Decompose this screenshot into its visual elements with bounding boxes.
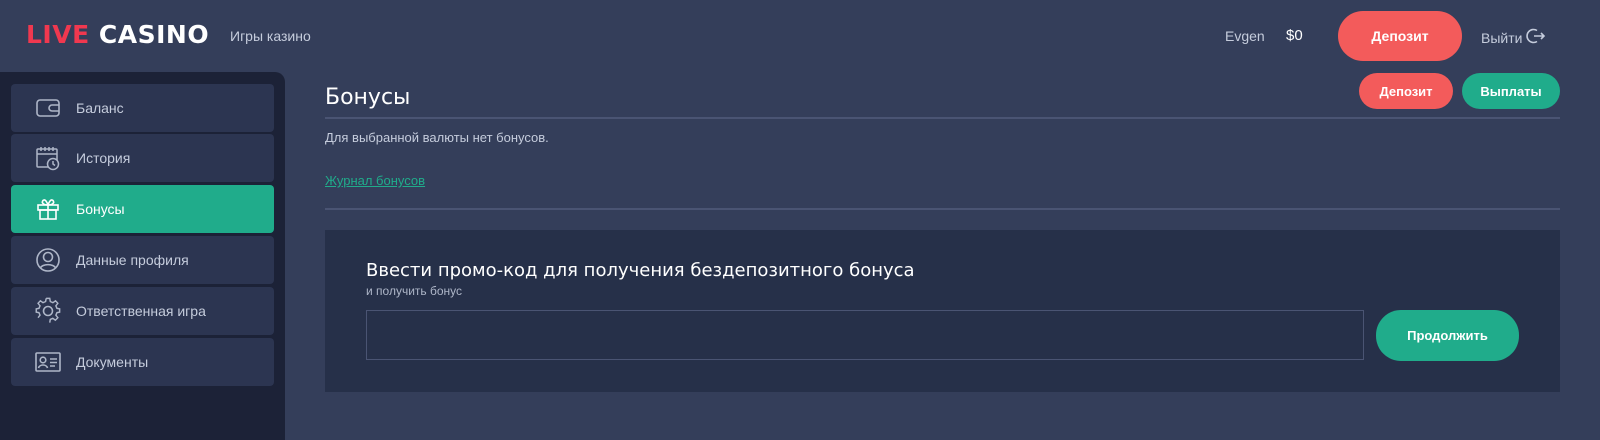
calendar-clock-icon <box>34 144 62 172</box>
sidebar-item-label: Данные профиля <box>76 252 189 268</box>
title-divider <box>325 117 1560 119</box>
sidebar-item-documents[interactable]: Документы <box>11 338 274 386</box>
sidebar-item-label: Бонусы <box>76 201 125 217</box>
gift-icon <box>34 195 62 223</box>
bonus-log-link[interactable]: Журнал бонусов <box>325 173 425 188</box>
sidebar-item-profile-data[interactable]: Данные профиля <box>11 236 274 284</box>
logout-icon <box>1526 27 1546 48</box>
logout-button[interactable]: Выйти <box>1481 27 1546 48</box>
continue-button[interactable]: Продолжить <box>1376 310 1519 361</box>
no-bonus-message: Для выбранной валюты нет бонусов. <box>325 130 549 145</box>
logo[interactable]: LIVE CASINO <box>26 20 209 49</box>
header-deposit-button[interactable]: Депозит <box>1338 11 1462 61</box>
user-circle-icon <box>34 246 62 274</box>
page-title: Бонусы <box>325 85 411 110</box>
section-divider <box>325 208 1560 210</box>
payouts-button[interactable]: Выплаты <box>1462 73 1560 109</box>
promo-code-panel: Ввести промо-код для получения бездепози… <box>325 230 1560 392</box>
sidebar-item-bonuses[interactable]: Бонусы <box>11 185 274 233</box>
user-name: Evgen <box>1225 28 1265 44</box>
sidebar-item-responsible-gaming[interactable]: Ответственная игра <box>11 287 274 335</box>
sidebar-item-label: Документы <box>76 354 149 370</box>
promo-title: Ввести промо-код для получения бездепози… <box>366 260 915 281</box>
logo-live: LIVE <box>26 20 90 49</box>
promo-code-input[interactable] <box>366 310 1364 360</box>
sidebar-item-balance[interactable]: Баланс <box>11 84 274 132</box>
id-card-icon <box>34 348 62 376</box>
wallet-icon <box>34 94 62 122</box>
sidebar-item-history[interactable]: История <box>11 134 274 182</box>
promo-subtitle: и получить бонус <box>366 284 463 298</box>
sidebar: Баланс История Бонусы Данные профиля Отв… <box>0 72 285 440</box>
logo-casino: CASINO <box>98 20 210 49</box>
sidebar-item-label: Ответственная игра <box>76 303 206 319</box>
logout-label: Выйти <box>1481 29 1523 46</box>
deposit-button[interactable]: Депозит <box>1359 73 1453 109</box>
balance-amount: $0 <box>1286 27 1303 44</box>
sidebar-item-label: История <box>76 150 131 166</box>
nav-casino-games-link[interactable]: Игры казино <box>230 28 311 44</box>
header: LIVE CASINO Игры казино Evgen $0 Депозит… <box>0 0 1600 72</box>
gear-icon <box>34 297 62 325</box>
sidebar-item-label: Баланс <box>76 100 124 116</box>
